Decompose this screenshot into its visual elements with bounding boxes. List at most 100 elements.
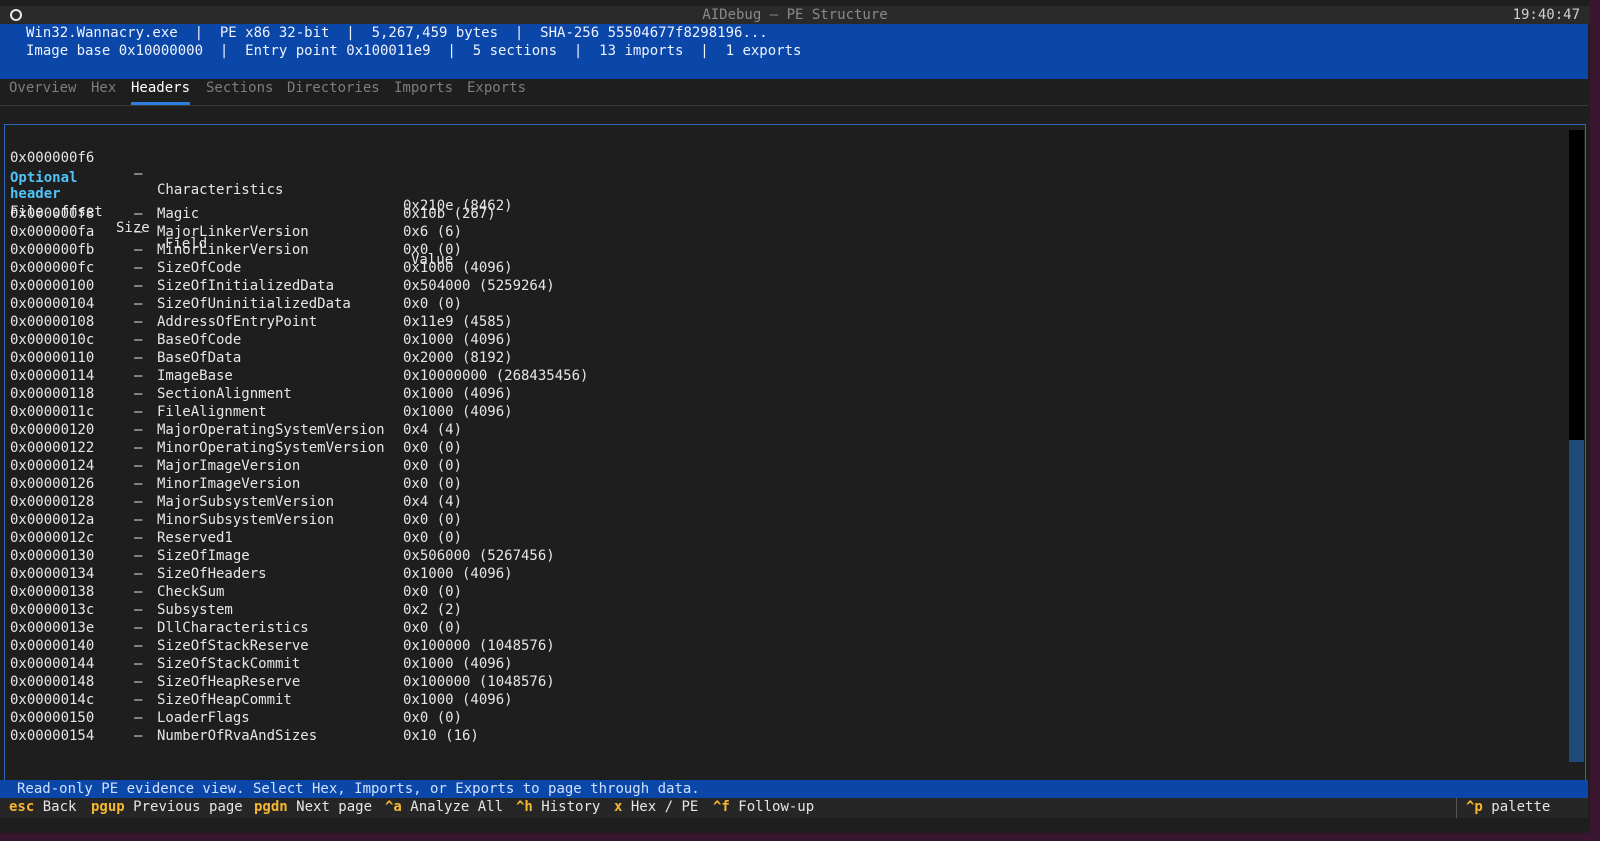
row-field: SizeOfStackCommit — [157, 656, 301, 672]
row-field: MajorImageVersion — [157, 458, 301, 474]
tabs-divider — [0, 105, 1588, 106]
row-value: 0x0 (0) — [403, 584, 463, 600]
row-value: 0x0 (0) — [403, 530, 463, 546]
row-value: 0x0 (0) — [403, 242, 463, 258]
tab-sections[interactable]: Sections — [206, 80, 273, 96]
row-field: MajorSubsystemVersion — [157, 494, 335, 510]
row-value: 0x0 (0) — [403, 620, 463, 636]
row-size: — — [134, 422, 143, 438]
key-hint-previous-page[interactable]: pgup Previous page — [91, 799, 243, 815]
row-value: 0x6 (6) — [403, 224, 463, 240]
row-offset: 0x0000010c — [10, 332, 95, 348]
row-size: — — [134, 512, 143, 528]
row-size: — — [134, 638, 143, 654]
status-bar: Read-only PE evidence view. Select Hex, … — [0, 780, 1588, 798]
row-field: FileAlignment — [157, 404, 267, 420]
row-offset: 0x00000154 — [10, 728, 95, 744]
key-hint-history[interactable]: ^h History — [516, 799, 600, 815]
row-offset: 0x000000fb — [10, 242, 95, 258]
row-field: DllCharacteristics — [157, 620, 309, 636]
column-headers: File offset Size Field Value — [10, 188, 453, 268]
file-info-line-1: Win32.Wannacry.exe | PE x86 32-bit | 5,2… — [26, 25, 768, 41]
row-offset: 0x00000140 — [10, 638, 95, 654]
row-size: — — [134, 368, 143, 384]
row-offset: 0x00000126 — [10, 476, 95, 492]
tab-overview[interactable]: Overview — [9, 80, 76, 96]
tab-hex[interactable]: Hex — [91, 80, 116, 96]
key-hint-hex-pe[interactable]: x Hex / PE — [614, 799, 698, 815]
row-field: Reserved1 — [157, 530, 233, 546]
row-field: MajorLinkerVersion — [157, 224, 309, 240]
row-offset: 0x00000134 — [10, 566, 95, 582]
row-offset: 0x000000f8 — [10, 206, 95, 222]
row-size: — — [134, 350, 143, 366]
row-field: MinorSubsystemVersion — [157, 512, 335, 528]
row-field: SizeOfHeapReserve — [157, 674, 301, 690]
headers-panel[interactable]: 0x000000f6 — Characteristics 0x210e (846… — [4, 124, 1586, 785]
row-size: — — [134, 242, 143, 258]
row-size: — — [134, 404, 143, 420]
col-head-size: Size — [116, 220, 150, 236]
row-field: AddressOfEntryPoint — [157, 314, 318, 330]
row-field: SizeOfHeapCommit — [157, 692, 292, 708]
row-offset: 0x00000114 — [10, 368, 95, 384]
row-value: 0x4 (4) — [403, 494, 463, 510]
key-hint-next-page[interactable]: pgdn Next page — [254, 799, 372, 815]
row-value: 0x10b (267) — [403, 206, 496, 222]
row-size: — — [134, 206, 143, 222]
scrollbar-thumb[interactable] — [1569, 130, 1584, 440]
row-offset: 0x00000144 — [10, 656, 95, 672]
row-size: — — [134, 620, 143, 636]
row-size: — — [134, 476, 143, 492]
tab-exports[interactable]: Exports — [467, 80, 526, 96]
row-value: 0x1000 (4096) — [403, 260, 513, 276]
row-value: 0x2000 (8192) — [403, 350, 513, 366]
row-value: 0x1000 (4096) — [403, 692, 513, 708]
row-offset: 0x0000012a — [10, 512, 95, 528]
tab-headers[interactable]: Headers — [131, 80, 190, 96]
tab-directories[interactable]: Directories — [287, 80, 380, 96]
row-field: MajorOperatingSystemVersion — [157, 422, 385, 438]
row-field: Magic — [157, 206, 200, 222]
row-field: SizeOfImage — [157, 548, 250, 564]
row-offset: 0x00000124 — [10, 458, 95, 474]
row-size: — — [134, 296, 143, 312]
key-hint-analyze-all[interactable]: ^a Analyze All — [385, 799, 503, 815]
row-size: — — [134, 548, 143, 564]
row-field: SectionAlignment — [157, 386, 292, 402]
row-offset: 0x00000128 — [10, 494, 95, 510]
key-hint-back[interactable]: esc Back — [9, 799, 76, 815]
row-size: — — [134, 566, 143, 582]
row-size: — — [134, 260, 143, 276]
row-offset: 0x00000104 — [10, 296, 95, 312]
row-size: — — [134, 386, 143, 402]
row-value: 0x100000 (1048576) — [403, 674, 555, 690]
row-size: — — [134, 440, 143, 456]
row-value: 0x11e9 (4585) — [403, 314, 513, 330]
row-offset: 0x00000130 — [10, 548, 95, 564]
file-info-bar: Win32.Wannacry.exe | PE x86 32-bit | 5,2… — [0, 24, 1588, 79]
row-field: Characteristics — [157, 182, 284, 198]
tab-imports[interactable]: Imports — [394, 80, 453, 96]
header-row: 0x000000f6 — Characteristics 0x210e (846… — [10, 134, 513, 214]
window-edge-bottom — [0, 833, 1600, 841]
row-value: 0x0 (0) — [403, 710, 463, 726]
window-edge-right — [1590, 0, 1600, 841]
row-offset: 0x0000014c — [10, 692, 95, 708]
row-value: 0x10 (16) — [403, 728, 479, 744]
row-value: 0x1000 (4096) — [403, 386, 513, 402]
row-offset: 0x0000013e — [10, 620, 95, 636]
key-hint-follow-up[interactable]: ^f Follow-up — [713, 799, 814, 815]
row-field: BaseOfCode — [157, 332, 242, 348]
row-size: — — [134, 166, 143, 182]
scrollbar[interactable] — [1569, 130, 1584, 762]
row-size: — — [134, 494, 143, 510]
row-offset: 0x00000148 — [10, 674, 95, 690]
key-hint-palette[interactable]: ^p palette — [1466, 799, 1550, 815]
row-value: 0x0 (0) — [403, 440, 463, 456]
row-size: — — [134, 332, 143, 348]
row-value: 0x506000 (5267456) — [403, 548, 555, 564]
row-offset: 0x00000100 — [10, 278, 95, 294]
title-bar: AIDebug — PE Structure 19:40:47 — [0, 6, 1590, 24]
tab-bar: Overview Hex Headers Sections Directorie… — [0, 79, 1588, 107]
